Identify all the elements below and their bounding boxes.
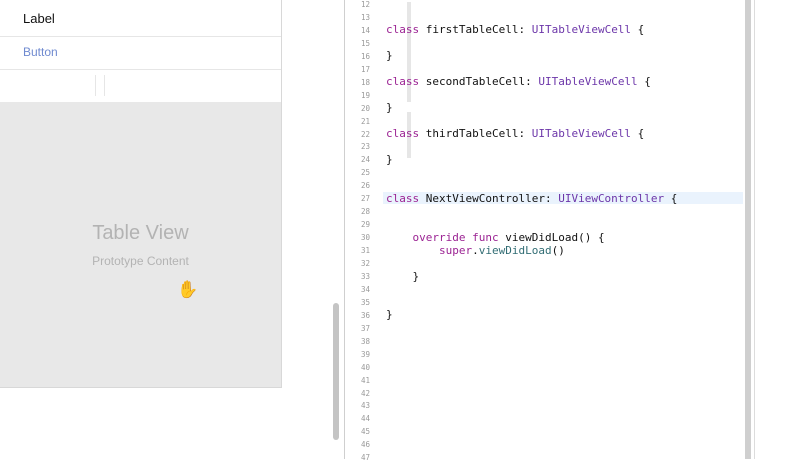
line-number[interactable]: 14 (345, 25, 370, 38)
line-number[interactable]: 19 (345, 90, 370, 103)
line-number[interactable]: 41 (345, 375, 370, 388)
code-line[interactable]: class secondTableCell: UITableViewCell { (386, 75, 651, 88)
type-token: UIViewController (558, 191, 665, 205)
table-view[interactable]: Table View Prototype Content ✋ (0, 102, 281, 387)
line-number[interactable]: 26 (345, 180, 370, 193)
keyword-token: class (386, 75, 420, 89)
line-number[interactable]: 17 (345, 64, 370, 77)
code-line[interactable]: } (386, 49, 393, 62)
line-number[interactable]: 34 (345, 284, 370, 297)
code-line[interactable]: } (386, 153, 393, 166)
code-token: viewDidLoad() { (498, 230, 605, 244)
code-token: . (472, 243, 479, 257)
line-number[interactable]: 38 (345, 336, 370, 349)
line-number[interactable]: 45 (345, 426, 370, 439)
code-token: } (386, 269, 420, 283)
line-number[interactable]: 43 (345, 400, 370, 413)
line-number[interactable]: 20 (345, 103, 370, 116)
code-token: { (664, 191, 678, 205)
table-view-subtitle: Prototype Content (92, 254, 189, 268)
line-number[interactable]: 12 (345, 0, 370, 12)
line-number[interactable]: 24 (345, 154, 370, 167)
line-number[interactable]: 25 (345, 167, 370, 180)
code-token: } (386, 152, 393, 166)
line-number[interactable]: 37 (345, 323, 370, 336)
code-token: } (386, 308, 393, 322)
line-number[interactable]: 31 (345, 245, 370, 258)
code-line[interactable]: override func viewDidLoad() { (386, 231, 605, 244)
code-token: secondTableCell: (419, 75, 539, 89)
line-number[interactable]: 39 (345, 349, 370, 362)
view-controller-scene[interactable]: Label Button Table View Prototype Conten… (0, 0, 282, 388)
line-number[interactable]: 36 (345, 310, 370, 323)
button-cell[interactable]: Button (0, 37, 281, 70)
code-line[interactable]: } (386, 308, 393, 321)
code-line[interactable]: class firstTableCell: UITableViewCell { (386, 23, 644, 36)
line-number[interactable]: 32 (345, 258, 370, 271)
code-token: { (631, 127, 645, 141)
keyword-token: class (386, 191, 420, 205)
code-line[interactable]: class thirdTableCell: UITableViewCell { (386, 127, 644, 140)
code-token: thirdTableCell: (419, 127, 532, 141)
keyword-token: super (438, 243, 473, 257)
code-token: NextViewController: (419, 191, 559, 205)
code-token: () (551, 243, 565, 257)
code-token: firstTableCell: (419, 23, 532, 37)
open-hand-cursor-icon: ✋ (177, 280, 199, 299)
keyword-token: func (472, 230, 499, 244)
line-number[interactable]: 29 (345, 219, 370, 232)
keyword-token: override (412, 230, 466, 244)
line-number[interactable]: 33 (345, 271, 370, 284)
segmented-control-segment[interactable] (20, 75, 96, 96)
line-number[interactable]: 21 (345, 116, 370, 129)
code-line[interactable]: } (386, 270, 419, 283)
code-token: } (386, 101, 393, 115)
line-number[interactable]: 42 (345, 388, 370, 401)
line-number-gutter: 12 13 14 15 16 17 18 19 20 21 22 23 24 25 26 27 28 29 30 31… (345, 0, 375, 462)
keyword-token: class (386, 127, 420, 141)
line-number[interactable]: 44 (345, 413, 370, 426)
code-line[interactable]: class NextViewController: UIViewControll… (386, 192, 677, 205)
line-number[interactable]: 40 (345, 362, 370, 375)
line-number[interactable]: 27 (345, 193, 370, 206)
type-token: UITableViewCell (538, 75, 638, 89)
line-number[interactable]: 35 (345, 297, 370, 310)
line-number[interactable]: 23 (345, 141, 370, 154)
type-token: UITableViewCell (531, 127, 632, 141)
line-number[interactable]: 30 (345, 232, 370, 245)
line-number[interactable]: 18 (345, 77, 370, 90)
line-number[interactable]: 16 (345, 51, 370, 64)
code-line[interactable]: super.viewDidLoad() (386, 244, 565, 257)
line-number[interactable]: 46 (345, 439, 370, 452)
segmented-control-segment[interactable] (96, 75, 105, 96)
code-text-area[interactable]: class firstTableCell: UITableViewCell {}… (386, 0, 743, 459)
type-token: UITableViewCell (531, 23, 632, 37)
code-line[interactable]: } (386, 101, 393, 114)
keyword-token: class (386, 23, 420, 37)
pane-edge (754, 0, 755, 459)
button-text[interactable]: Button (23, 45, 58, 59)
table-view-title: Table View (92, 222, 189, 244)
label-text: Label (23, 11, 55, 26)
interface-builder-canvas[interactable]: Label Button Table View Prototype Conten… (0, 0, 339, 459)
canvas-scrollbar[interactable] (333, 303, 339, 440)
editor-vertical-scrollbar[interactable] (745, 0, 751, 459)
line-number[interactable]: 13 (345, 12, 370, 25)
code-token: { (631, 23, 645, 37)
label-cell[interactable]: Label (0, 0, 281, 37)
code-token: { (637, 75, 651, 89)
line-number[interactable]: 15 (345, 38, 370, 51)
code-editor[interactable]: 12 13 14 15 16 17 18 19 20 21 22 23 24 25 26 27 28 29 30 31… (345, 0, 743, 462)
code-fold-ribbon[interactable] (375, 0, 411, 459)
line-number[interactable]: 22 (345, 129, 370, 142)
line-number[interactable]: 28 (345, 206, 370, 219)
function-token: viewDidLoad (478, 243, 552, 257)
code-token: } (386, 49, 393, 63)
